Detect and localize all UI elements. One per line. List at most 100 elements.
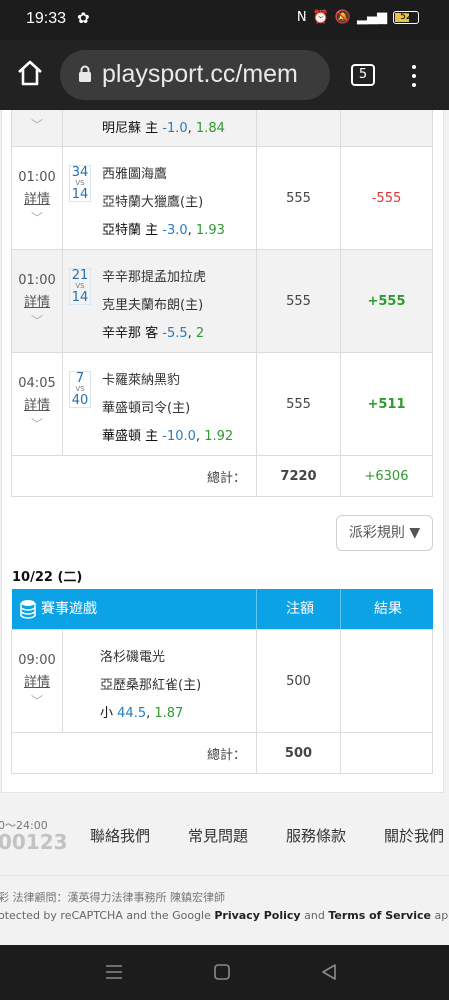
header-game: 賽事遊戲 bbox=[41, 601, 97, 617]
games-table-1: ﹀ 明尼蘇 主 -1.0, 1.84 01:00 詳情 ﹀ 34 VS 14 西… bbox=[11, 110, 433, 497]
status-icons: N ⏰ 🔕 ▂▄▆ 52 bbox=[297, 10, 419, 25]
url-text: playsport.cc/mem bbox=[102, 60, 298, 88]
result: +511 bbox=[340, 352, 433, 456]
detail-link[interactable]: 詳情 bbox=[12, 188, 62, 207]
away-team: 卡羅萊納黑豹 bbox=[102, 373, 181, 388]
status-time: 19:33 bbox=[26, 10, 67, 27]
game-time: 09:00 bbox=[18, 653, 56, 668]
stake: 555 bbox=[256, 249, 341, 353]
table-header: 賽事遊戲 注額 結果 bbox=[12, 589, 433, 629]
handicap: -3.0 bbox=[162, 223, 188, 238]
table-row: ﹀ 明尼蘇 主 -1.0, 1.84 bbox=[11, 110, 433, 147]
handicap: 44.5 bbox=[117, 706, 147, 721]
home-icon[interactable] bbox=[14, 57, 46, 89]
result bbox=[340, 629, 433, 733]
home-nav-icon[interactable] bbox=[213, 962, 231, 986]
chevron-down-icon[interactable]: ﹀ bbox=[12, 692, 62, 709]
signal-icon: ▂▄▆ bbox=[357, 10, 387, 25]
odds: 1.87 bbox=[154, 706, 184, 721]
stake: 500 bbox=[256, 629, 341, 733]
result: -555 bbox=[340, 146, 433, 250]
footer-link-terms[interactable]: 服務條款 bbox=[286, 825, 346, 846]
games-table-2: 09:00 詳情 ﹀ 洛杉磯電光 亞歷桑那紅雀(主) 小 44.5, 1.87 … bbox=[11, 629, 433, 774]
away-team: 西雅圖海鷹 bbox=[102, 167, 168, 182]
total-row: 總計： 500 bbox=[11, 732, 433, 774]
home-team: 亞歷桑那紅雀(主) bbox=[100, 678, 202, 693]
chevron-down-icon[interactable]: ﹀ bbox=[12, 209, 62, 226]
detail-link[interactable]: 詳情 bbox=[12, 394, 62, 413]
page-content: ﹀ 明尼蘇 主 -1.0, 1.84 01:00 詳情 ﹀ 34 VS 14 西… bbox=[0, 110, 449, 945]
system-nav-bar bbox=[0, 945, 449, 1000]
pick-label: 辛辛那 客 bbox=[102, 326, 159, 341]
pick-label: 亞特蘭 主 bbox=[102, 223, 159, 238]
nfc-icon: N bbox=[296, 10, 307, 25]
service-phone: 00123 bbox=[0, 830, 68, 854]
address-bar[interactable]: playsport.cc/mem bbox=[60, 50, 330, 100]
privacy-policy-link[interactable]: Privacy Policy bbox=[214, 909, 300, 922]
total-row: 總計： 7220 +6306 bbox=[11, 455, 433, 497]
status-bar: 19:33 ✿ N ⏰ 🔕 ▂▄▆ 52 bbox=[0, 0, 449, 40]
odds: 1.92 bbox=[204, 429, 234, 444]
home-team: 亞特蘭大獵鷹(主) bbox=[102, 195, 204, 210]
lock-icon bbox=[78, 65, 92, 83]
header-stake: 注額 bbox=[286, 601, 314, 617]
date-heading: 10/22 (二) bbox=[12, 570, 83, 585]
game-time: 01:00 bbox=[18, 273, 56, 288]
recaptcha-notice: otected by reCAPTCHA and the Google Priv… bbox=[0, 909, 449, 922]
total-result: +6306 bbox=[340, 455, 433, 497]
payout-rules-button[interactable]: 派彩規則 ▼ bbox=[336, 515, 433, 551]
game-time: 01:00 bbox=[18, 170, 56, 185]
database-icon bbox=[20, 589, 36, 629]
detail-link[interactable]: 詳情 bbox=[12, 671, 62, 690]
away-team: 洛杉磯電光 bbox=[100, 650, 166, 665]
away-team: 辛辛那提孟加拉虎 bbox=[102, 270, 207, 285]
stake: 555 bbox=[256, 352, 341, 456]
fan-icon: ✿ bbox=[77, 9, 90, 27]
total-stake: 7220 bbox=[256, 455, 341, 497]
footer-link-faq[interactable]: 常見問題 bbox=[188, 825, 248, 846]
handicap: -10.0 bbox=[162, 429, 196, 444]
odds: 1.93 bbox=[195, 223, 225, 238]
recent-apps-icon[interactable] bbox=[105, 962, 123, 986]
odds: 1.84 bbox=[195, 121, 225, 136]
score-box: 34 VS 14 bbox=[69, 165, 91, 202]
battery-icon: 52 bbox=[393, 11, 419, 24]
pick-label: 明尼蘇 主 bbox=[102, 121, 159, 136]
stake: 555 bbox=[256, 146, 341, 250]
pick-label: 小 bbox=[100, 706, 114, 721]
divider bbox=[0, 875, 449, 876]
tab-switcher-button[interactable]: 5 bbox=[351, 64, 375, 86]
total-stake: 500 bbox=[256, 732, 341, 774]
footer-link-about[interactable]: 關於我們 bbox=[384, 825, 444, 846]
chevron-down-icon[interactable]: ﹀ bbox=[12, 312, 62, 329]
browser-toolbar: playsport.cc/mem 5 bbox=[0, 40, 449, 110]
terms-of-service-link[interactable]: Terms of Service bbox=[328, 909, 431, 922]
handicap: -5.5 bbox=[162, 326, 188, 341]
chevron-down-icon[interactable]: ﹀ bbox=[12, 116, 62, 133]
alarm-icon: ⏰ bbox=[312, 10, 329, 25]
table-row: 04:05 詳情 ﹀ 7 VS 40 卡羅萊納黑豹 華盛頓司令(主) 華盛頓 主 -… bbox=[11, 352, 433, 456]
home-team: 華盛頓司令(主) bbox=[102, 401, 191, 416]
mute-icon: 🔕 bbox=[334, 10, 351, 25]
chevron-down-icon[interactable]: ﹀ bbox=[12, 415, 62, 432]
total-label: 總計： bbox=[11, 455, 257, 497]
game-time: 04:05 bbox=[18, 376, 56, 391]
detail-link[interactable]: 詳情 bbox=[12, 291, 62, 310]
home-team: 克里夫蘭布朗(主) bbox=[102, 298, 204, 313]
overflow-menu-icon[interactable] bbox=[405, 62, 423, 90]
handicap: -1.0 bbox=[162, 121, 188, 136]
footer-link-contact[interactable]: 聯絡我們 bbox=[90, 825, 150, 846]
header-result: 結果 bbox=[374, 601, 402, 617]
total-label: 總計： bbox=[11, 732, 257, 774]
back-icon[interactable] bbox=[320, 962, 338, 986]
legal-text: 彩 法律顧問：漢英得力法律事務所 陳鎮宏律師 bbox=[0, 891, 225, 904]
table-row: 01:00 詳情 ﹀ 34 VS 14 西雅圖海鷹 亞特蘭大獵鷹(主) 亞特蘭 主 … bbox=[11, 146, 433, 250]
score-box: 7 VS 40 bbox=[69, 371, 91, 408]
footer: 0～24:00 00123 聯絡我們 常見問題 服務條款 關於我們 bbox=[0, 805, 449, 875]
result: +555 bbox=[340, 249, 433, 353]
pick-label: 華盛頓 主 bbox=[102, 429, 159, 444]
odds: 2 bbox=[195, 326, 205, 341]
score-box: 21 VS 14 bbox=[69, 268, 91, 305]
table-row: 01:00 詳情 ﹀ 21 VS 14 辛辛那提孟加拉虎 克里夫蘭布朗(主) 辛辛那… bbox=[11, 249, 433, 353]
table-row: 09:00 詳情 ﹀ 洛杉磯電光 亞歷桑那紅雀(主) 小 44.5, 1.87 … bbox=[11, 629, 433, 733]
